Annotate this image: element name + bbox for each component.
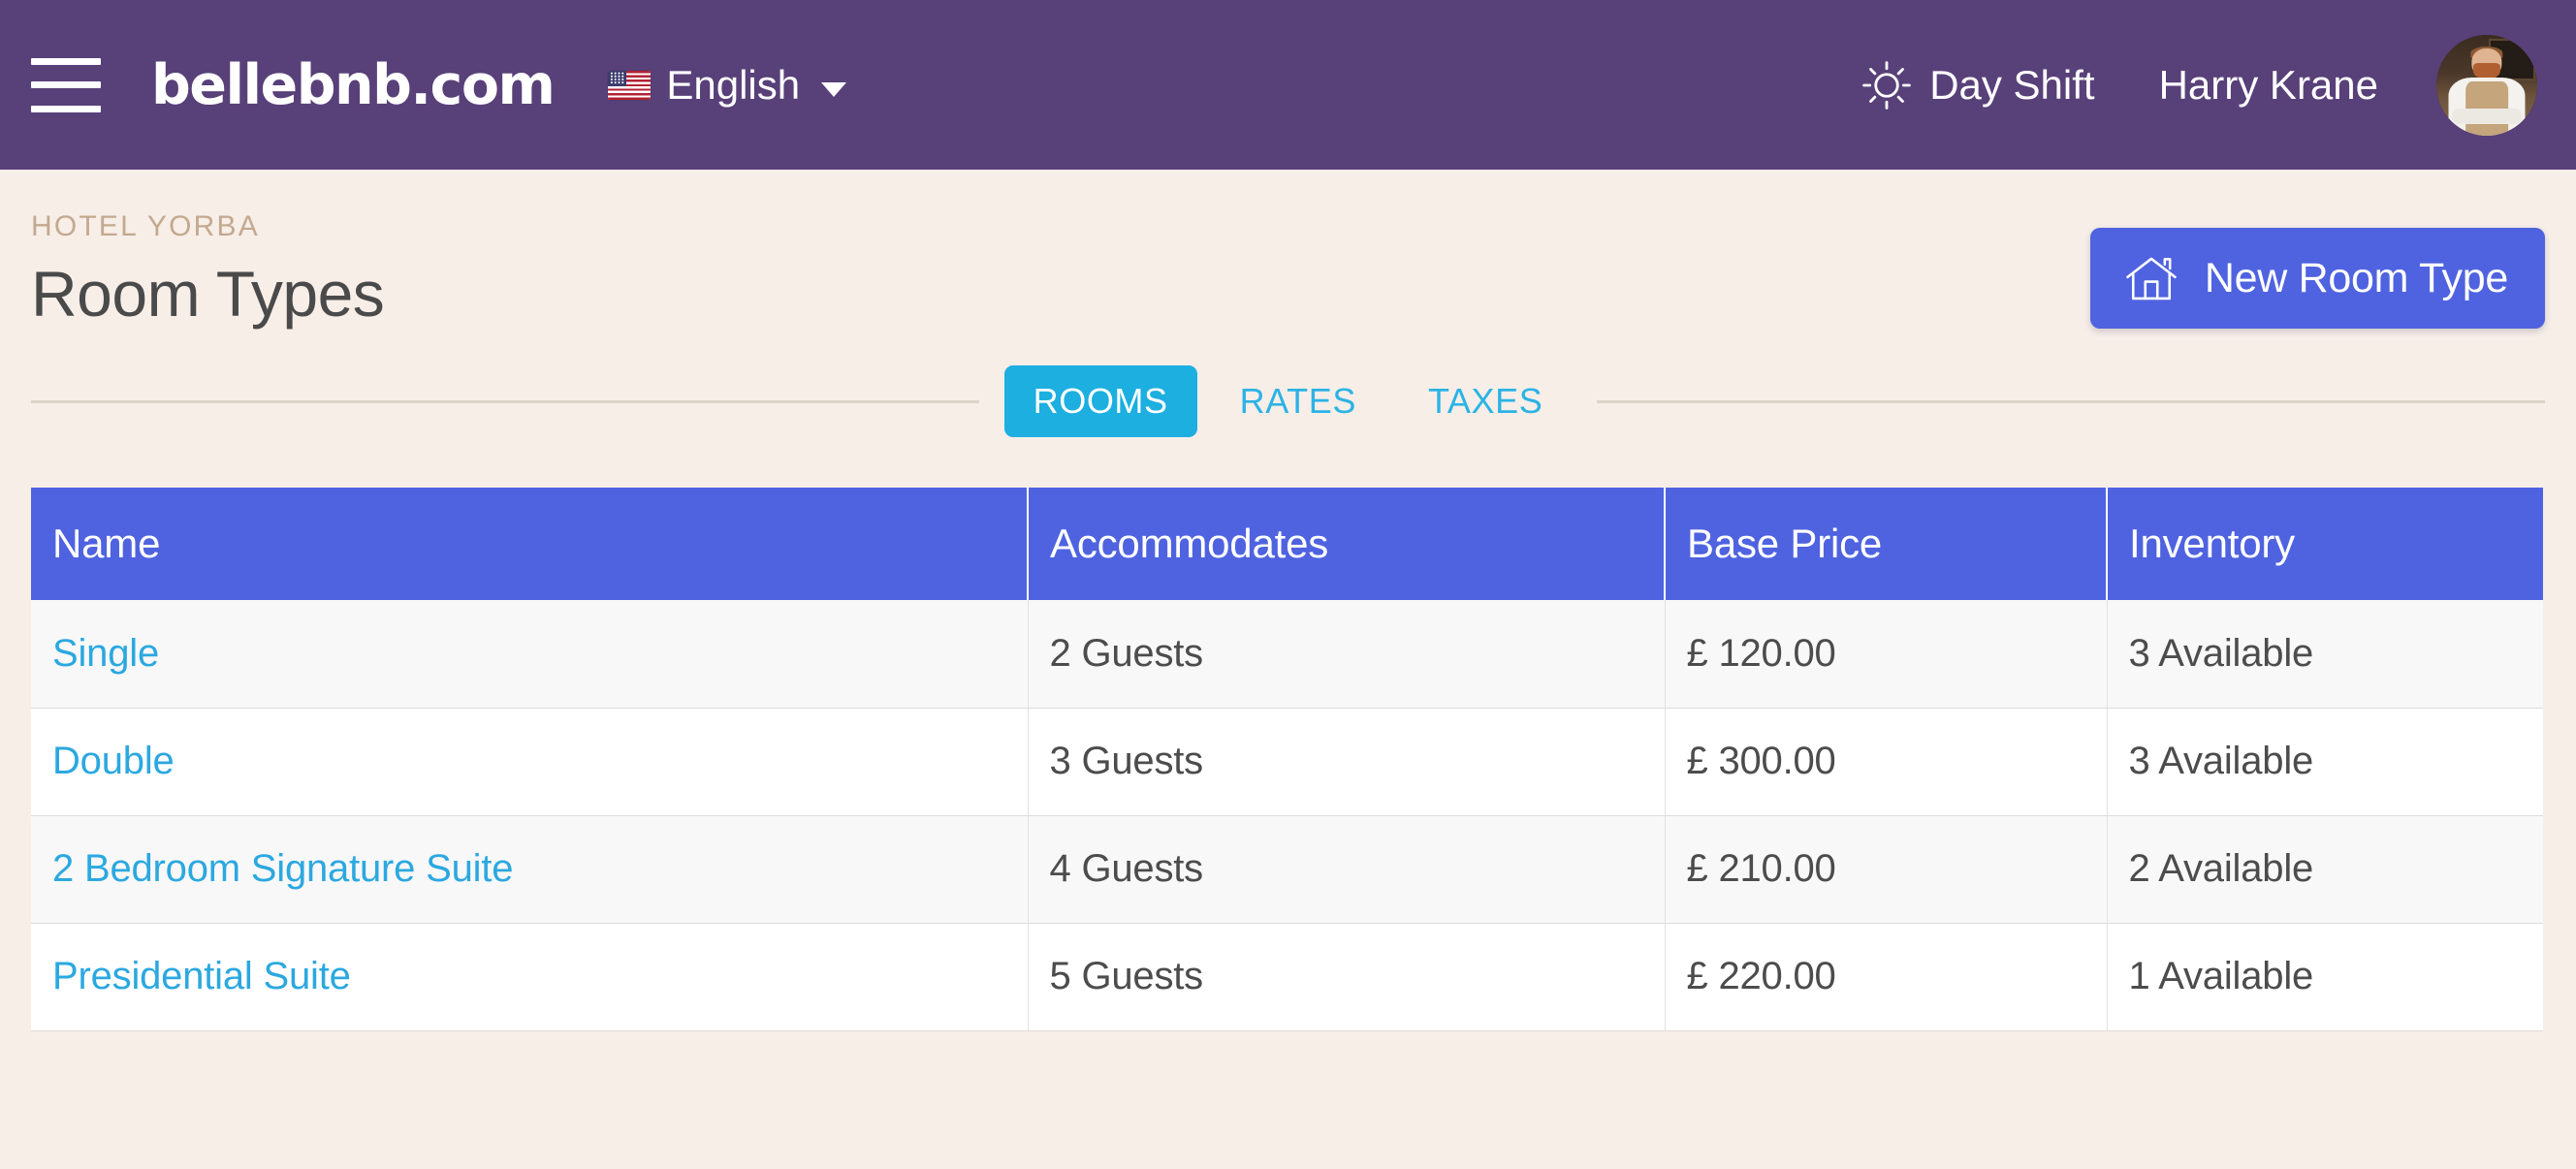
cell-base-price: £ 120.00 (1665, 600, 2108, 709)
column-header-base-price[interactable]: Base Price (1665, 488, 2108, 600)
room-type-link[interactable]: 2 Bedroom Signature Suite (52, 847, 513, 890)
room-types-table: Name Accommodates Base Price Inventory S… (31, 488, 2543, 1031)
day-shift-label: Day Shift (1929, 61, 2095, 108)
user-name[interactable]: Harry Krane (2159, 62, 2378, 109)
chevron-down-icon (821, 82, 847, 97)
hotel-name-eyebrow: HOTEL YORBA (31, 210, 260, 242)
page-header: HOTEL YORBA Room Types New Room Type (31, 170, 2545, 329)
cell-base-price: £ 300.00 (1665, 708, 2108, 816)
cell-accommodates: 5 Guests (1028, 923, 1666, 1031)
room-type-link[interactable]: Presidential Suite (52, 955, 351, 997)
table-row[interactable]: Double 3 Guests £ 300.00 3 Available (31, 708, 2543, 816)
column-header-inventory[interactable]: Inventory (2107, 488, 2543, 600)
cell-accommodates: 4 Guests (1028, 815, 1666, 924)
page-title: Room Types (31, 258, 385, 330)
cell-name: Presidential Suite (31, 923, 1029, 1031)
page-content: HOTEL YORBA Room Types New Room Type ROO… (0, 170, 2576, 1031)
cell-accommodates: 2 Guests (1028, 600, 1666, 709)
tab-list: ROOMS RATES TAXES (979, 365, 1598, 437)
language-label: English (666, 61, 801, 108)
table-body: Single 2 Guests £ 120.00 3 Available Dou… (31, 600, 2543, 1031)
page-title-group: HOTEL YORBA Room Types (31, 212, 2090, 328)
tab-rooms[interactable]: ROOMS (1003, 365, 1197, 437)
cell-base-price: £ 220.00 (1665, 923, 2108, 1031)
cell-inventory: 2 Available (2107, 815, 2543, 924)
tab-bar: ROOMS RATES TAXES (31, 365, 2545, 437)
new-room-type-button[interactable]: New Room Type (2089, 228, 2545, 329)
column-header-accommodates[interactable]: Accommodates (1028, 488, 1666, 600)
sun-icon (1862, 60, 1911, 110)
cell-name: Single (31, 600, 1029, 709)
brand-logo[interactable]: bellebnb.com (151, 53, 556, 117)
table-row[interactable]: Single 2 Guests £ 120.00 3 Available (31, 600, 2543, 709)
language-selector[interactable]: English (608, 61, 847, 109)
topbar-right-group: Day Shift Harry Krane (1861, 34, 2537, 136)
avatar[interactable] (2436, 34, 2537, 136)
hamburger-bar (31, 81, 101, 88)
table-header: Name Accommodates Base Price Inventory (31, 488, 2543, 600)
cell-base-price: £ 210.00 (1665, 815, 2108, 924)
table-header-row: Name Accommodates Base Price Inventory (31, 488, 2543, 600)
hamburger-bar (31, 105, 101, 112)
cell-inventory: 1 Available (2107, 923, 2543, 1031)
hamburger-menu-icon[interactable] (31, 57, 101, 112)
tab-taxes[interactable]: TAXES (1399, 365, 1572, 437)
cell-name: 2 Bedroom Signature Suite (31, 815, 1029, 924)
cell-inventory: 3 Available (2107, 600, 2543, 709)
cell-inventory: 3 Available (2107, 708, 2543, 816)
room-types-table-container: Name Accommodates Base Price Inventory S… (31, 488, 2543, 1031)
us-flag-icon (608, 70, 652, 100)
cell-accommodates: 3 Guests (1028, 708, 1666, 816)
room-type-link[interactable]: Double (52, 740, 175, 782)
table-row[interactable]: 2 Bedroom Signature Suite 4 Guests £ 210… (31, 815, 2543, 924)
table-row[interactable]: Presidential Suite 5 Guests £ 220.00 1 A… (31, 923, 2543, 1031)
new-room-type-label: New Room Type (2204, 254, 2508, 301)
tab-rates[interactable]: RATES (1211, 365, 1385, 437)
cell-name: Double (31, 708, 1029, 816)
tab-divider-right (1597, 399, 2545, 403)
hamburger-bar (31, 57, 101, 65)
room-type-link[interactable]: Single (52, 632, 159, 675)
column-header-name[interactable]: Name (31, 488, 1029, 600)
day-shift-button[interactable]: Day Shift (1861, 60, 2095, 111)
tab-divider-left (31, 399, 979, 403)
top-navigation-bar: bellebnb.com English Day Shift Harry Kra… (0, 0, 2576, 170)
home-icon (2126, 257, 2177, 300)
